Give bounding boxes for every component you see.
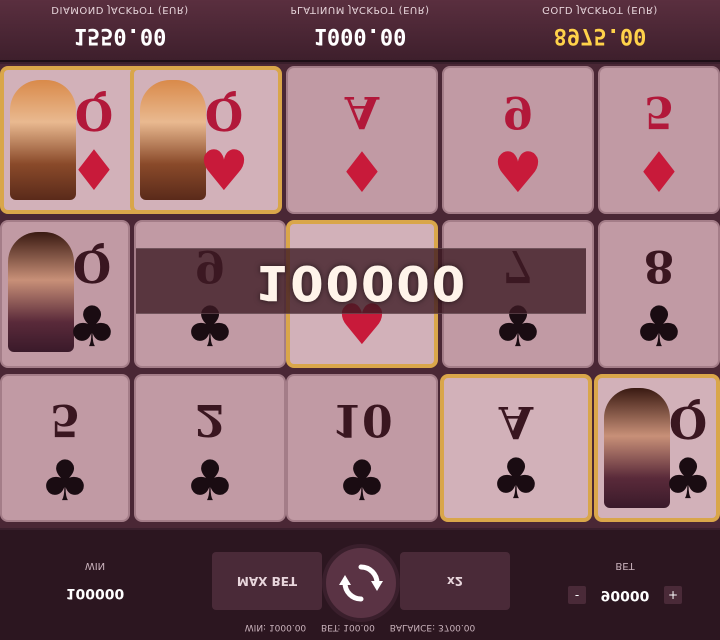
- club-suit-icon: ♣: [633, 295, 685, 360]
- reel-card-nine-hearts: 9 ♥: [442, 66, 594, 214]
- win-amount-banner: 100000: [136, 248, 586, 314]
- card-rank: 8: [643, 240, 675, 291]
- reel-card-queen-clubs: Q ♣: [0, 220, 130, 368]
- card-rank: Q: [74, 88, 114, 139]
- card-rank: 9: [502, 86, 534, 137]
- control-bar: WIN 100000 MAX BET x2 BET - 90000 + WIN:…: [0, 530, 720, 640]
- club-suit-icon: ♣: [662, 447, 714, 512]
- club-suit-icon: ♣: [336, 449, 388, 514]
- jackpot-diamond: DIAMOND JACKPOT (EUR) 1550.00: [0, 2, 240, 58]
- card-rank: Q: [72, 240, 112, 291]
- win-display: WIN 100000: [40, 560, 150, 601]
- multiplier-label: x2: [446, 574, 464, 588]
- status-win: WIN: 1000.00: [244, 622, 307, 632]
- status-balance: BALANCE: 3700.00: [389, 622, 476, 632]
- status-bet: BET: 100.00: [321, 622, 375, 632]
- jackpot-gold-value: 8975.00: [553, 23, 647, 48]
- spin-button[interactable]: [322, 544, 400, 622]
- reel-card-eight-clubs: 8 ♣: [598, 220, 720, 368]
- diamond-suit-icon: ♦: [633, 141, 685, 206]
- card-rank: Q: [668, 396, 708, 447]
- win-value: 100000: [65, 585, 125, 601]
- jackpot-platinum: PLATINUM JACKPOT (EUR) 1000.00: [240, 2, 480, 58]
- jackpot-bar: DIAMOND JACKPOT (EUR) 1550.00 PLATINUM J…: [0, 0, 720, 62]
- card-rank: 2: [194, 394, 226, 445]
- bet-display: BET - 90000 +: [560, 560, 690, 605]
- heart-suit-icon: ♥: [198, 139, 250, 204]
- reel-card-two-clubs: 2 ♣: [134, 374, 286, 522]
- jackpot-diamond-label: DIAMOND JACKPOT (EUR): [51, 4, 189, 15]
- win-label: WIN: [84, 560, 106, 571]
- max-bet-label: MAX BET: [236, 574, 298, 588]
- reel-card-queen-hearts: Q ♥: [130, 66, 282, 214]
- club-suit-icon: ♣: [66, 295, 118, 360]
- status-line: WIN: 1000.00 BET: 100.00 BALANCE: 3700.0…: [0, 622, 720, 632]
- club-suit-icon: ♣: [39, 449, 91, 514]
- club-suit-icon: ♣: [184, 449, 236, 514]
- club-suit-icon: ♣: [490, 447, 542, 512]
- card-rank: 10: [331, 394, 393, 445]
- bet-stepper: - 90000 +: [560, 585, 690, 605]
- jackpot-diamond-value: 1550.00: [73, 23, 167, 48]
- spin-arrows-icon: [339, 564, 383, 602]
- reel-card-ten-clubs: 10 ♣: [286, 374, 438, 522]
- reel-card-ace-diamonds: A ♦: [286, 66, 438, 214]
- diamond-suit-icon: ♦: [336, 141, 388, 206]
- win-banner-value: 100000: [254, 254, 468, 310]
- jackpot-platinum-label: PLATINUM JACKPOT (EUR): [290, 4, 430, 15]
- multiplier-button[interactable]: x2: [400, 552, 510, 610]
- card-rank: 5: [49, 394, 81, 445]
- card-rank: A: [344, 86, 380, 137]
- reel-card-five-clubs: 5 ♣: [0, 374, 130, 522]
- bet-label: BET: [615, 560, 635, 571]
- card-rank: A: [498, 396, 534, 447]
- max-bet-button[interactable]: MAX BET: [212, 552, 322, 610]
- card-rank: 5: [643, 86, 675, 137]
- jackpot-gold-label: GOLD JACKPOT (EUR): [542, 4, 658, 15]
- reel-card-ace-clubs: A ♣: [440, 374, 592, 522]
- bet-increase-button[interactable]: +: [664, 586, 682, 604]
- reel-card-five-diamonds: 5 ♦: [598, 66, 720, 214]
- jackpot-gold: GOLD JACKPOT (EUR) 8975.00: [480, 2, 720, 58]
- diamond-suit-icon: ♦: [68, 139, 120, 204]
- reel-card-queen-clubs-2: Q ♣: [594, 374, 720, 522]
- card-rank: Q: [204, 88, 244, 139]
- heart-suit-icon: ♥: [492, 141, 544, 206]
- jackpot-platinum-value: 1000.00: [313, 23, 407, 48]
